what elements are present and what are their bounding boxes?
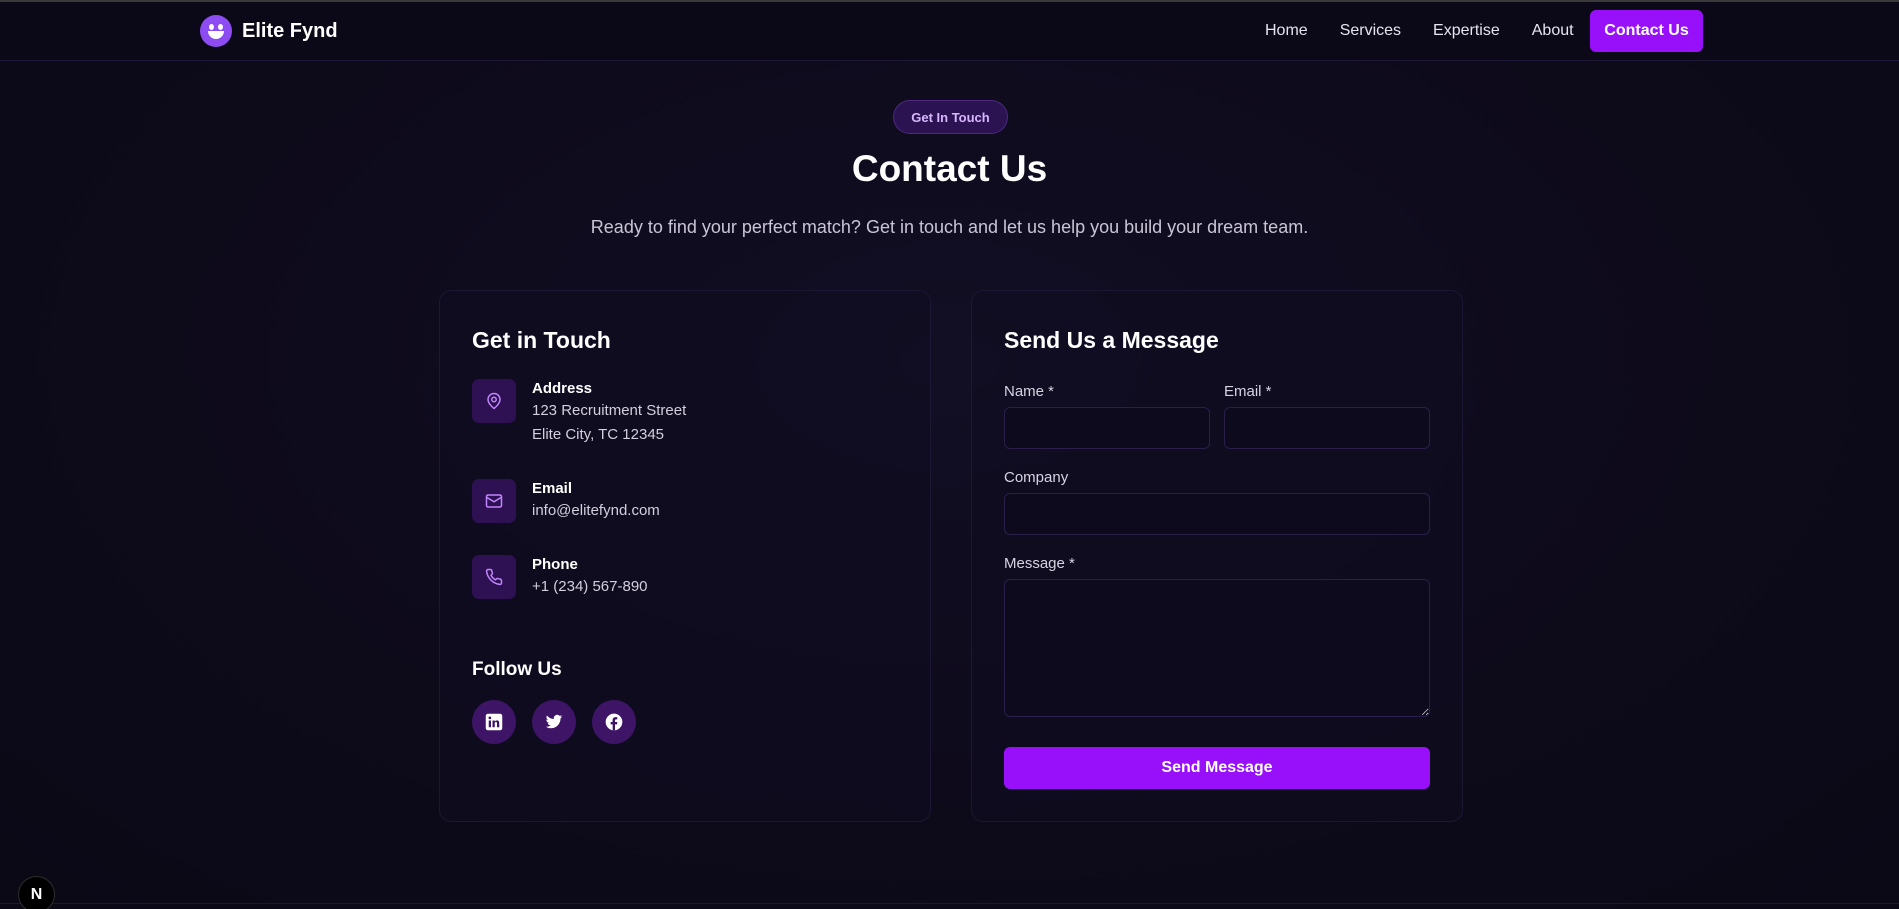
navbar: Elite Fynd Home Services Expertise About… (0, 2, 1899, 61)
brand[interactable]: Elite Fynd (200, 15, 338, 47)
nav-link-home[interactable]: Home (1265, 10, 1308, 52)
name-input[interactable] (1004, 407, 1210, 449)
form-title: Send Us a Message (1004, 327, 1219, 353)
email-item: Email info@elitefynd.com (472, 479, 660, 523)
name-label: Name * (1004, 383, 1055, 400)
brand-name: Elite Fynd (242, 19, 338, 42)
message-label: Message * (1004, 555, 1075, 572)
page-title: Contact Us (851, 148, 1048, 189)
company-label: Company (1004, 469, 1069, 486)
message-textarea[interactable] (1004, 579, 1430, 717)
send-message-button[interactable]: Send Message (1004, 747, 1430, 789)
linkedin-icon[interactable] (472, 700, 516, 744)
smiley-logo-icon (200, 15, 232, 47)
nav-link-services[interactable]: Services (1340, 10, 1401, 52)
phone-icon (472, 555, 516, 599)
section-pill: Get In Touch (893, 100, 1008, 134)
company-input[interactable] (1004, 493, 1430, 535)
email-field-label: Email * (1224, 383, 1272, 400)
page-subtitle: Ready to find your perfect match? Get in… (590, 217, 1309, 237)
email-value[interactable]: info@elitefynd.com (532, 499, 660, 523)
twitter-icon[interactable] (532, 700, 576, 744)
address-item: Address 123 Recruitment Street Elite Cit… (472, 379, 686, 447)
social-links (472, 700, 636, 744)
address-line-1: 123 Recruitment Street (532, 402, 687, 419)
contact-info-title: Get in Touch (472, 327, 611, 353)
address-line-2: Elite City, TC 12345 (532, 426, 665, 443)
address-label: Address (532, 380, 593, 397)
phone-item: Phone +1 (234) 567-890 (472, 555, 648, 599)
dev-tools-badge[interactable]: N (18, 876, 55, 909)
email-input[interactable] (1224, 407, 1430, 449)
map-pin-icon (472, 379, 516, 423)
message-form-card: Send Us a Message Name * Email * Company… (971, 290, 1463, 822)
mail-icon (472, 479, 516, 523)
email-label: Email (532, 480, 573, 497)
phone-label: Phone (532, 556, 578, 573)
nav-link-about[interactable]: About (1532, 10, 1574, 52)
contact-us-button[interactable]: Contact Us (1590, 10, 1703, 52)
nav-link-expertise[interactable]: Expertise (1433, 10, 1500, 52)
footer-divider (0, 903, 1899, 904)
follow-us-title: Follow Us (472, 659, 562, 680)
contact-info-card: Get in Touch Address 123 Recruitment Str… (439, 290, 931, 822)
phone-value[interactable]: +1 (234) 567-890 (532, 575, 648, 599)
nav-links: Home Services Expertise About (1265, 10, 1606, 52)
facebook-icon[interactable] (592, 700, 636, 744)
